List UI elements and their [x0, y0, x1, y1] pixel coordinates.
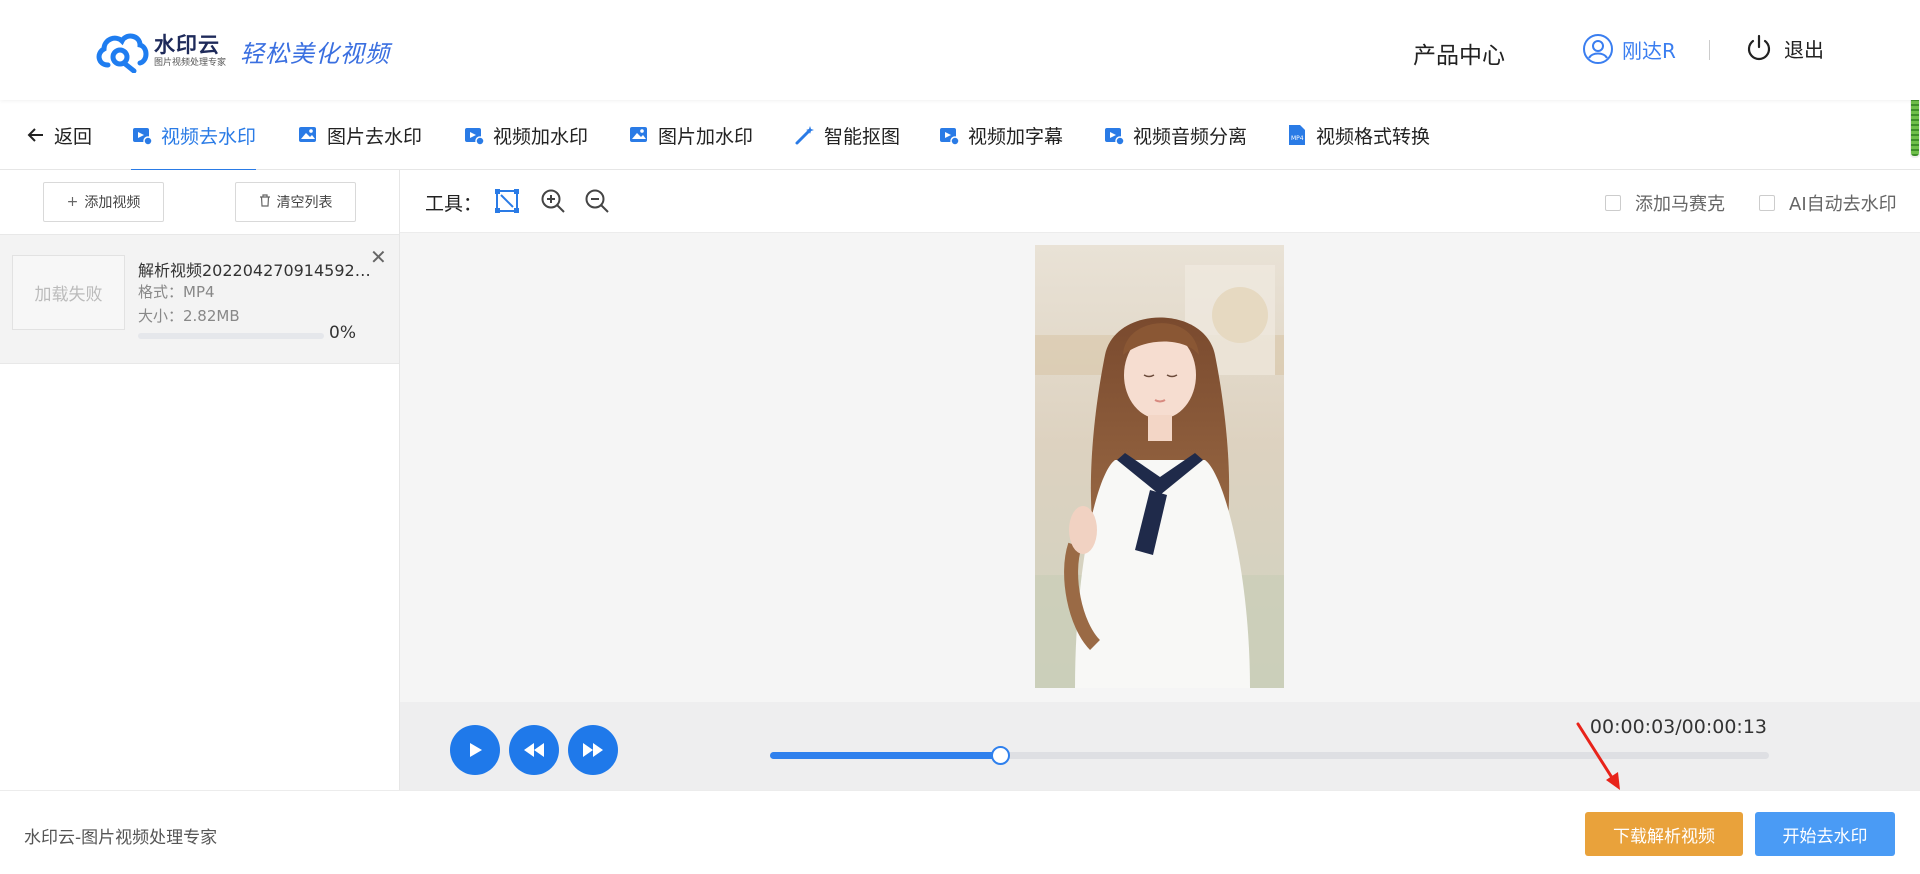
fast-forward-icon: [583, 743, 603, 757]
video-frame-image: [1035, 245, 1284, 688]
trash-icon: [259, 193, 271, 211]
file-progress-percent: 0%: [329, 323, 356, 343]
tab-label: 返回: [54, 125, 93, 148]
video-player-controls: 00:00:03/00:00:13: [400, 702, 1920, 790]
tab-label: 智能抠图: [824, 125, 901, 148]
svg-text:MP4: MP4: [1291, 135, 1304, 142]
clear-list-button[interactable]: 清空列表: [235, 182, 356, 222]
tab-video-audio-separate[interactable]: 视频音频分离: [1103, 100, 1247, 170]
tab-label: 视频音频分离: [1133, 125, 1248, 148]
playback-progress-fill: [770, 752, 1000, 759]
tab-video-add-watermark[interactable]: 视频加水印: [463, 100, 588, 170]
cloud-logo-icon: [96, 33, 149, 73]
video-icon: [1103, 124, 1125, 146]
file-name: 解析视频20220427091459207...: [138, 261, 378, 280]
video-icon: [938, 124, 960, 146]
user-menu[interactable]: 刚达R: [1582, 33, 1676, 65]
logout-label: 退出: [1784, 37, 1824, 62]
tab-label: 图片加水印: [658, 125, 754, 148]
tab-video-add-subtitles[interactable]: 视频加字幕: [938, 100, 1063, 170]
play-icon: [470, 743, 482, 757]
plus-icon: +: [66, 194, 79, 210]
tab-label: 视频加水印: [493, 125, 589, 148]
ai-auto-remove-label: AI自动去水印: [1789, 194, 1897, 215]
file-thumbnail: 加载失败: [12, 255, 125, 330]
tab-label: 视频格式转换: [1316, 125, 1431, 148]
editor-workspace: 工具： 添加马赛克 AI自动去水印 00:00:03/00:00:13: [400, 170, 1920, 790]
add-mosaic-label: 添加马赛克: [1635, 194, 1725, 215]
header-divider: [1709, 40, 1710, 60]
add-video-label: 添加视频: [84, 195, 141, 211]
rewind-button[interactable]: [509, 725, 559, 775]
remove-file-close-icon[interactable]: ✕: [370, 245, 387, 269]
editor-toolbar: 工具： 添加马赛克 AI自动去水印: [400, 170, 1920, 233]
add-mosaic-checkbox[interactable]: [1605, 195, 1621, 211]
clear-list-label: 清空列表: [276, 195, 333, 211]
tab-image-add-watermark[interactable]: 图片加水印: [628, 100, 753, 170]
annotation-arrow-icon: [1576, 722, 1620, 790]
playback-progress-handle[interactable]: [990, 746, 1010, 765]
file-size: 大小：2.82MB: [138, 307, 240, 325]
username: 刚达R: [1622, 38, 1676, 63]
select-region-icon[interactable]: [494, 188, 520, 218]
tab-smart-cutout[interactable]: 智能抠图: [794, 100, 900, 170]
feature-tabs: 返回 视频去水印 图片去水印 视频加水印 图片加水印 智能抠图 视频加字幕 视频…: [0, 100, 1920, 171]
download-parsed-video-button[interactable]: 下载解析视频: [1585, 812, 1743, 856]
tab-label: 图片去水印: [327, 125, 423, 148]
tools-label: 工具：: [425, 193, 483, 215]
zoom-in-icon[interactable]: [540, 188, 566, 218]
fast-forward-button[interactable]: [568, 725, 618, 775]
ai-auto-remove-checkbox[interactable]: [1759, 195, 1775, 211]
arrow-left-icon: [26, 125, 46, 145]
play-button[interactable]: [450, 725, 500, 775]
tab-video-remove-watermark[interactable]: 视频去水印: [131, 100, 257, 171]
tab-label: 视频加字幕: [968, 125, 1064, 148]
tab-image-remove-watermark[interactable]: 图片去水印: [297, 100, 422, 170]
magic-wand-icon: [794, 124, 816, 146]
file-format: 格式：MP4: [138, 283, 215, 301]
logo[interactable]: 水印云 图片视频处理专家 轻松美化视频: [94, 28, 390, 74]
image-icon: [297, 124, 319, 146]
product-center-link[interactable]: 产品中心: [1413, 36, 1505, 70]
user-icon: [1583, 34, 1613, 64]
footer-tagline: 水印云-图片视频处理专家: [24, 828, 218, 848]
download-label: 下载解析视频: [1613, 826, 1715, 847]
video-icon: [463, 124, 485, 146]
ai-auto-remove-option[interactable]: AI自动去水印: [1759, 190, 1897, 216]
mp4-file-icon: MP4: [1286, 123, 1308, 147]
tab-label: 视频去水印: [161, 125, 257, 148]
logo-name: 水印云: [154, 33, 220, 57]
video-preview[interactable]: [1035, 245, 1284, 688]
video-icon: [131, 124, 153, 146]
top-header: 水印云 图片视频处理专家 轻松美化视频 产品中心 刚达R 退出: [0, 0, 1920, 100]
zoom-out-icon[interactable]: [584, 188, 610, 218]
file-progress-bar: [138, 333, 324, 339]
logout-button[interactable]: 退出: [1744, 33, 1824, 63]
back-button[interactable]: 返回: [26, 100, 92, 170]
start-remove-watermark-button[interactable]: 开始去水印: [1755, 812, 1895, 856]
thumbnail-status: 加载失败: [34, 285, 103, 305]
tab-video-format-convert[interactable]: MP4 视频格式转换: [1286, 100, 1430, 170]
file-list-panel: + 添加视频 清空列表 加载失败 解析视频20220427091459207..…: [0, 170, 400, 790]
start-label: 开始去水印: [1782, 826, 1868, 847]
power-icon: [1747, 34, 1771, 61]
logo-slogan: 轻松美化视频: [240, 39, 391, 68]
bottom-bar: 水印云-图片视频处理专家 下载解析视频 开始去水印: [0, 790, 1920, 874]
file-list-item[interactable]: 加载失败 解析视频20220427091459207... 格式：MP4 大小：…: [0, 234, 399, 364]
rewind-icon: [524, 743, 544, 757]
add-video-button[interactable]: + 添加视频: [43, 182, 164, 222]
image-icon: [628, 124, 650, 146]
add-mosaic-option[interactable]: 添加马赛克: [1605, 190, 1725, 216]
logo-subtitle: 图片视频处理专家: [154, 58, 227, 68]
